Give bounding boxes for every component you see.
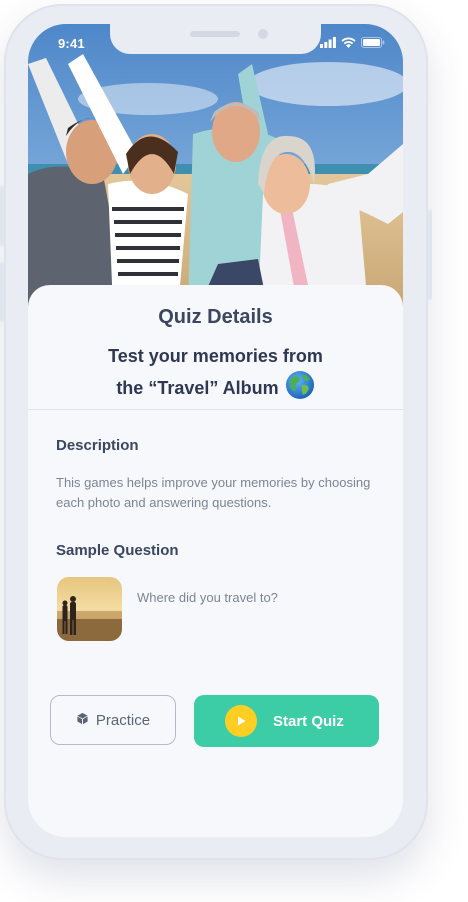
notch bbox=[110, 24, 321, 54]
status-time: 9:41 bbox=[58, 36, 85, 51]
globe-icon bbox=[285, 370, 315, 408]
subtitle-line-2-text: the “Travel” Album bbox=[116, 377, 279, 398]
sample-question-text: Where did you travel to? bbox=[137, 590, 278, 605]
hero-photo bbox=[28, 24, 403, 309]
play-icon bbox=[225, 705, 257, 737]
battery-icon bbox=[361, 37, 385, 48]
side-button bbox=[428, 210, 432, 300]
quiz-details-card: Quiz Details Test your memories from the… bbox=[28, 285, 403, 837]
side-button bbox=[0, 262, 4, 322]
screen: 9:41 Quiz Details Test your memories fro… bbox=[28, 24, 403, 837]
wifi-icon bbox=[341, 37, 356, 48]
start-quiz-button[interactable]: Start Quiz bbox=[194, 695, 379, 747]
signal-icon bbox=[320, 37, 336, 48]
page-title: Quiz Details bbox=[158, 306, 273, 328]
sample-photo-thumbnail bbox=[57, 577, 122, 641]
divider bbox=[28, 409, 403, 410]
description-heading: Description bbox=[56, 437, 139, 454]
practice-button[interactable]: Practice bbox=[50, 695, 176, 745]
description-text: This games helps improve your memories b… bbox=[56, 475, 371, 510]
practice-label: Practice bbox=[95, 711, 151, 729]
subtitle-line-1: Test your memories from bbox=[108, 346, 323, 366]
cube-icon bbox=[76, 712, 89, 729]
speaker bbox=[190, 31, 240, 37]
status-icons bbox=[320, 37, 385, 48]
camera bbox=[258, 29, 268, 39]
sample-question-heading: Sample Question bbox=[56, 542, 179, 559]
start-quiz-label: Start Quiz bbox=[273, 712, 344, 730]
quiz-subtitle: Test your memories from the “Travel” Alb… bbox=[28, 343, 403, 408]
side-button bbox=[0, 186, 4, 246]
subtitle-line-2: the “Travel” Album bbox=[28, 370, 403, 408]
